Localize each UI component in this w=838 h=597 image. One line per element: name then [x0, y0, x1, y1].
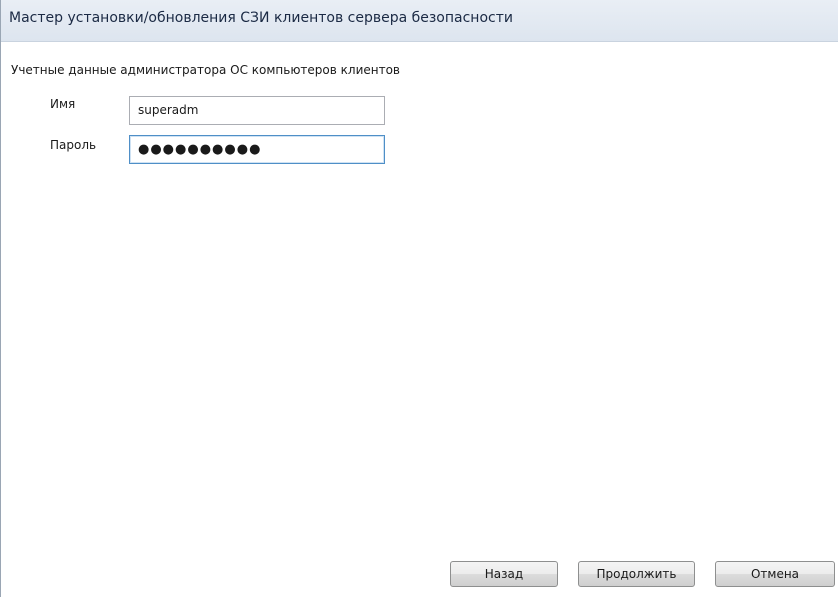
window-title: Мастер установки/обновления СЗИ клиентов… — [9, 10, 513, 26]
title-bar: Мастер установки/обновления СЗИ клиентов… — [1, 0, 838, 42]
credentials-section-label: Учетные данные администратора ОС компьют… — [11, 63, 400, 77]
name-input[interactable]: superadm — [129, 96, 385, 125]
continue-button[interactable]: Продолжить — [578, 561, 695, 587]
password-label: Пароль — [50, 138, 97, 152]
back-button[interactable]: Назад — [450, 561, 558, 587]
password-input[interactable]: ●●●●●●●●●● — [129, 135, 385, 164]
cancel-button[interactable]: Отмена — [715, 561, 835, 587]
name-label: Имя — [50, 97, 76, 111]
installer-window: Мастер установки/обновления СЗИ клиентов… — [0, 0, 838, 597]
